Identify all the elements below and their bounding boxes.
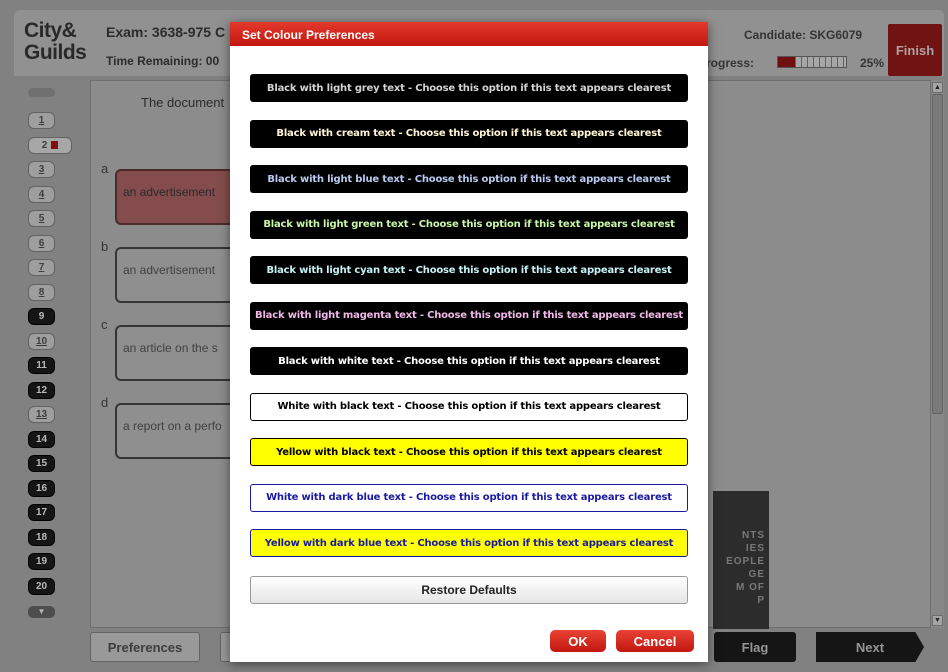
colour-option-6[interactable]: Black with light magenta text - Choose t…: [250, 301, 688, 330]
colour-preferences-dialog: Set Colour Preferences Restore Defaults …: [230, 22, 708, 662]
cancel-button[interactable]: Cancel: [616, 630, 694, 652]
colour-option-5[interactable]: Black with light cyan text - Choose this…: [250, 256, 688, 284]
colour-option-10[interactable]: White with dark blue text - Choose this …: [250, 483, 688, 512]
colour-option-8[interactable]: White with black text - Choose this opti…: [250, 392, 688, 421]
restore-defaults-button[interactable]: Restore Defaults: [250, 576, 688, 604]
colour-option-4[interactable]: Black with light green text - Choose thi…: [250, 210, 688, 239]
colour-option-11[interactable]: Yellow with dark blue text - Choose this…: [250, 529, 688, 557]
colour-option-2[interactable]: Black with cream text - Choose this opti…: [250, 119, 688, 148]
colour-option-9[interactable]: Yellow with black text - Choose this opt…: [250, 438, 688, 466]
dialog-title: Set Colour Preferences: [230, 22, 708, 46]
colour-option-7[interactable]: Black with white text - Choose this opti…: [250, 347, 688, 375]
colour-option-3[interactable]: Black with light blue text - Choose this…: [250, 165, 688, 193]
ok-button[interactable]: OK: [550, 630, 606, 652]
colour-option-1[interactable]: Black with light grey text - Choose this…: [250, 74, 688, 102]
